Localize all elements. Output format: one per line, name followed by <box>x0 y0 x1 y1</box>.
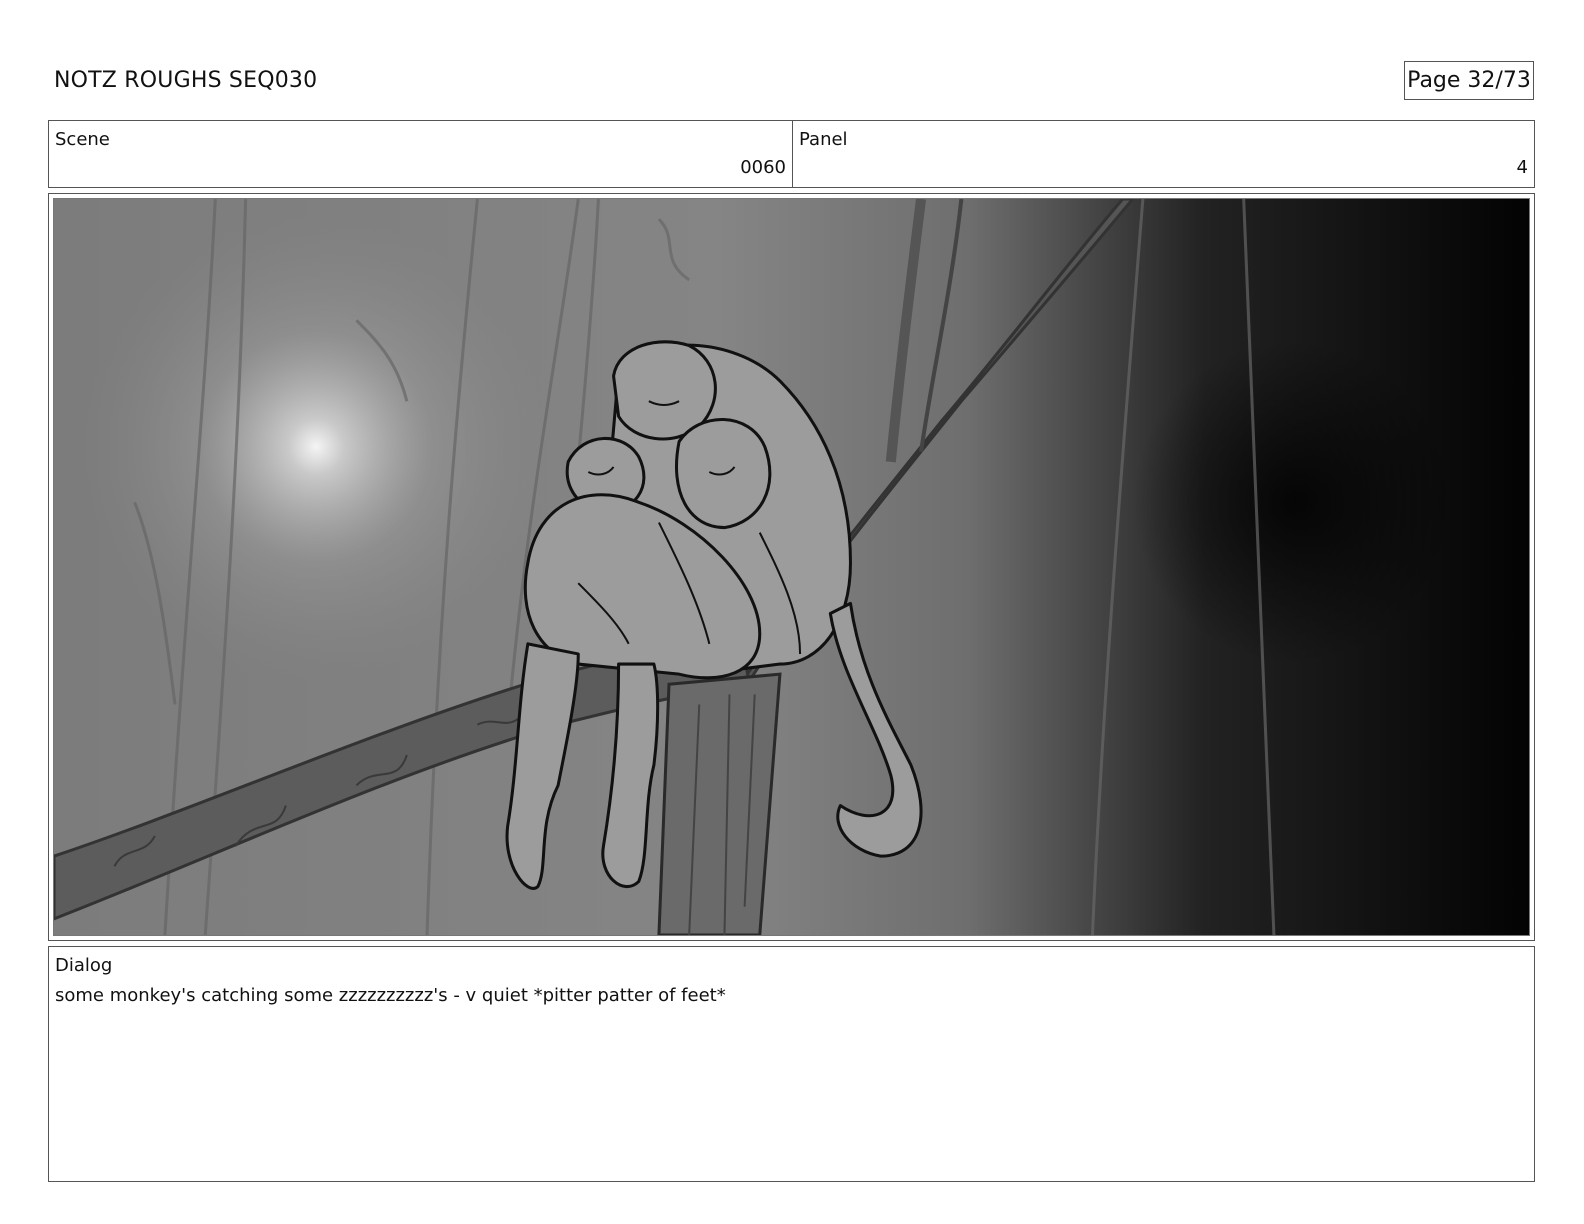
panel-label: Panel <box>799 129 848 150</box>
page-title: NOTZ ROUGHS SEQ030 <box>54 68 318 93</box>
scene-panel-row: Scene 0060 Panel 4 <box>48 120 1535 188</box>
page-number: Page 32/73 <box>1404 61 1534 100</box>
scene-cell: Scene 0060 <box>49 121 793 187</box>
scene-label: Scene <box>55 129 110 150</box>
storyboard-frame <box>48 193 1535 941</box>
monkey-sketch-illustration <box>54 199 1529 935</box>
dialog-box: Dialog some monkey's catching some zzzzz… <box>48 946 1535 1182</box>
panel-value: 4 <box>1516 157 1528 178</box>
scene-value: 0060 <box>740 157 786 178</box>
panel-cell: Panel 4 <box>793 121 1534 187</box>
storyboard-image <box>53 198 1530 936</box>
dialog-label: Dialog <box>55 955 113 976</box>
dialog-text: some monkey's catching some zzzzzzzzzz's… <box>55 985 726 1006</box>
